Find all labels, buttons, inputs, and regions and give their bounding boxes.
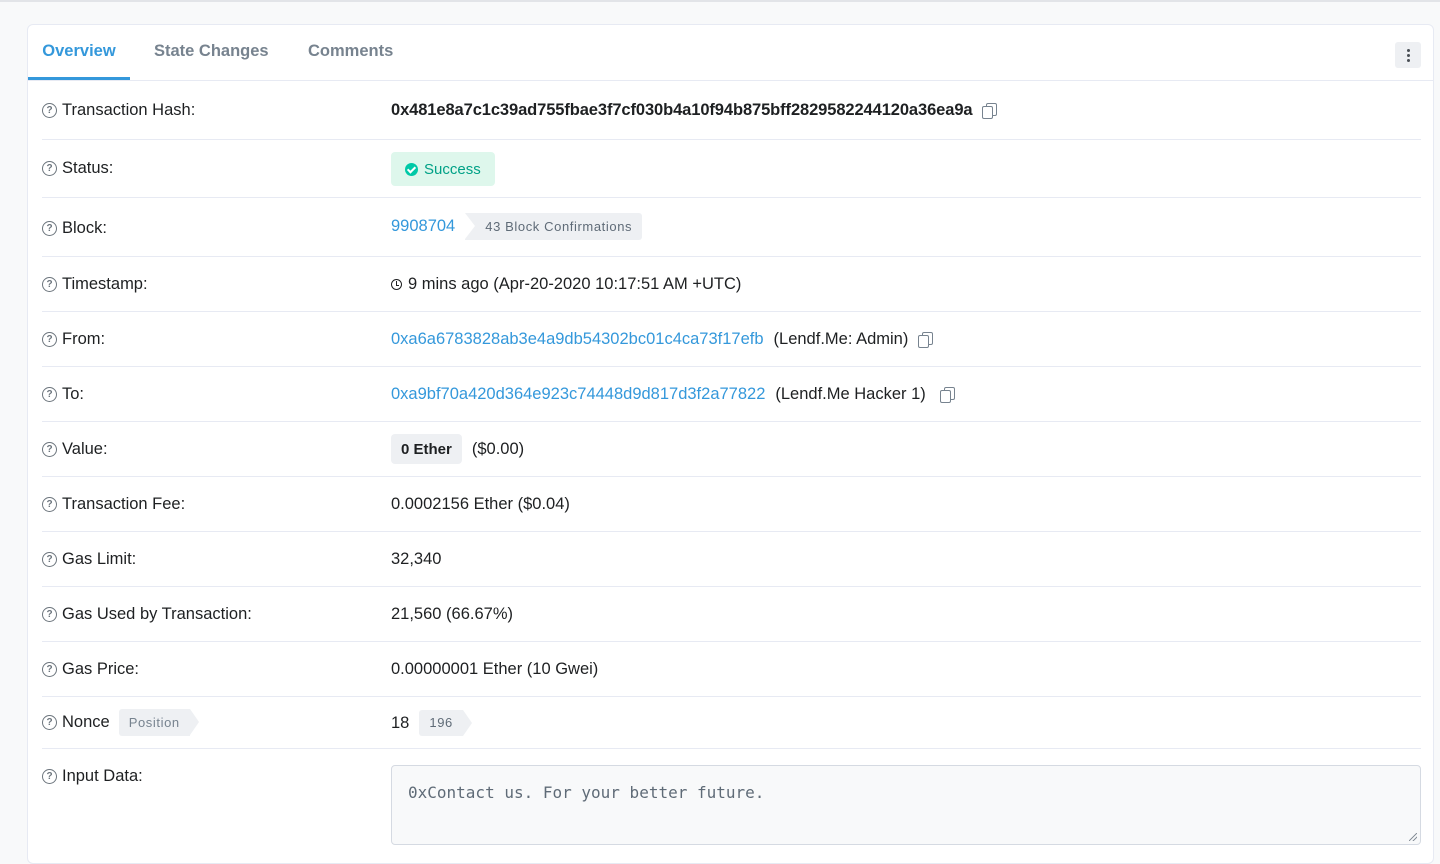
vertical-dots-icon bbox=[1406, 48, 1410, 62]
position-label-badge: Position bbox=[118, 709, 199, 736]
value-usd: ($0.00) bbox=[471, 439, 525, 458]
row-block: ? Block: 9908704 43 Block Confirmations bbox=[42, 198, 1421, 257]
from-address-link[interactable]: 0xa6a6783828ab3e4a9db54302bc01c4ca73f17e… bbox=[391, 330, 764, 349]
field-label: Status: bbox=[62, 159, 114, 177]
transaction-fee-value: 0.0002156 Ether ($0.04) bbox=[391, 495, 570, 513]
status-text: Success bbox=[424, 160, 481, 178]
block-number-link[interactable]: 9908704 bbox=[391, 217, 455, 236]
ether-amount-badge: 0 Ether bbox=[391, 434, 462, 464]
field-label: Input Data: bbox=[62, 767, 143, 785]
to-address-link[interactable]: 0xa9bf70a420d364e923c74448d9d817d3f2a778… bbox=[391, 385, 765, 404]
row-gas-used: ? Gas Used by Transaction: 21,560 (66.67… bbox=[42, 587, 1421, 642]
copy-icon[interactable] bbox=[918, 332, 934, 348]
field-label: Block: bbox=[62, 219, 107, 237]
block-confirmations-badge: 43 Block Confirmations bbox=[465, 213, 643, 240]
help-icon[interactable]: ? bbox=[42, 607, 57, 622]
nonce-value: 18 bbox=[391, 713, 410, 732]
help-icon[interactable]: ? bbox=[42, 277, 57, 292]
help-icon[interactable]: ? bbox=[42, 769, 57, 784]
field-label: Transaction Fee: bbox=[62, 495, 186, 513]
row-from: ? From: 0xa6a6783828ab3e4a9db54302bc01c4… bbox=[42, 312, 1421, 367]
gas-limit-value: 32,340 bbox=[391, 550, 442, 568]
field-label: Value: bbox=[62, 440, 108, 458]
field-label: Timestamp: bbox=[62, 275, 148, 293]
position-value-badge: 196 bbox=[419, 710, 472, 736]
help-icon[interactable]: ? bbox=[42, 332, 57, 347]
help-icon[interactable]: ? bbox=[42, 387, 57, 402]
help-icon[interactable]: ? bbox=[42, 662, 57, 677]
status-badge: Success bbox=[391, 152, 495, 186]
check-circle-icon bbox=[405, 162, 418, 176]
help-icon[interactable]: ? bbox=[42, 497, 57, 512]
copy-icon[interactable] bbox=[982, 103, 998, 119]
field-label: Nonce bbox=[62, 713, 110, 731]
clock-icon bbox=[391, 279, 402, 290]
row-transaction-fee: ? Transaction Fee: 0.0002156 Ether ($0.0… bbox=[42, 477, 1421, 532]
field-label: Gas Used by Transaction: bbox=[62, 605, 252, 623]
from-address-tag: (Lendf.Me: Admin) bbox=[773, 330, 909, 348]
field-label: Gas Price: bbox=[62, 660, 140, 678]
row-gas-price: ? Gas Price: 0.00000001 Ether (10 Gwei) bbox=[42, 642, 1421, 697]
row-gas-limit: ? Gas Limit: 32,340 bbox=[42, 532, 1421, 587]
transaction-details-card: Overview State Changes Comments ? Transa… bbox=[27, 24, 1434, 864]
tab-bar: Overview State Changes Comments bbox=[28, 25, 1433, 81]
field-label: Gas Limit: bbox=[62, 550, 137, 568]
transaction-hash-value: 0x481e8a7c1c39ad755fbae3f7cf030b4a10f94b… bbox=[391, 101, 973, 119]
resize-handle-icon[interactable] bbox=[1409, 833, 1417, 841]
row-timestamp: ? Timestamp: 9 mins ago (Apr-20-2020 10:… bbox=[42, 257, 1421, 312]
help-icon[interactable]: ? bbox=[42, 103, 57, 118]
help-icon[interactable]: ? bbox=[42, 715, 57, 730]
to-address-tag: (Lendf.Me Hacker 1) bbox=[775, 385, 926, 403]
tab-state-changes[interactable]: State Changes bbox=[154, 25, 269, 80]
row-transaction-hash: ? Transaction Hash: 0x481e8a7c1c39ad755f… bbox=[42, 81, 1421, 140]
row-to: ? To: 0xa9bf70a420d364e923c74448d9d817d3… bbox=[42, 367, 1421, 422]
input-data-textarea[interactable]: 0xContact us. For your better future. bbox=[391, 765, 1421, 845]
tab-overview[interactable]: Overview bbox=[28, 25, 130, 80]
help-icon[interactable]: ? bbox=[42, 221, 57, 236]
timestamp-value: 9 mins ago (Apr-20-2020 10:17:51 AM +UTC… bbox=[408, 275, 742, 293]
gas-used-value: 21,560 (66.67%) bbox=[391, 605, 514, 623]
more-options-button[interactable] bbox=[1395, 42, 1421, 68]
row-status: ? Status: Success bbox=[42, 140, 1421, 198]
input-data-value: 0xContact us. For your better future. bbox=[408, 783, 765, 802]
gas-price-value: 0.00000001 Ether (10 Gwei) bbox=[391, 660, 599, 678]
field-label: From: bbox=[62, 330, 106, 348]
help-icon[interactable]: ? bbox=[42, 442, 57, 457]
row-value: ? Value: 0 Ether ($0.00) bbox=[42, 422, 1421, 477]
row-input-data: ? Input Data: 0xContact us. For your bet… bbox=[42, 749, 1421, 863]
row-nonce: ? Nonce Position 18 196 bbox=[42, 697, 1421, 749]
help-icon[interactable]: ? bbox=[42, 161, 57, 176]
field-label: To: bbox=[62, 385, 85, 403]
copy-icon[interactable] bbox=[939, 387, 955, 403]
help-icon[interactable]: ? bbox=[42, 552, 57, 567]
field-label: Transaction Hash: bbox=[62, 101, 196, 119]
top-border bbox=[0, 0, 1440, 2]
tab-comments[interactable]: Comments bbox=[308, 25, 393, 80]
